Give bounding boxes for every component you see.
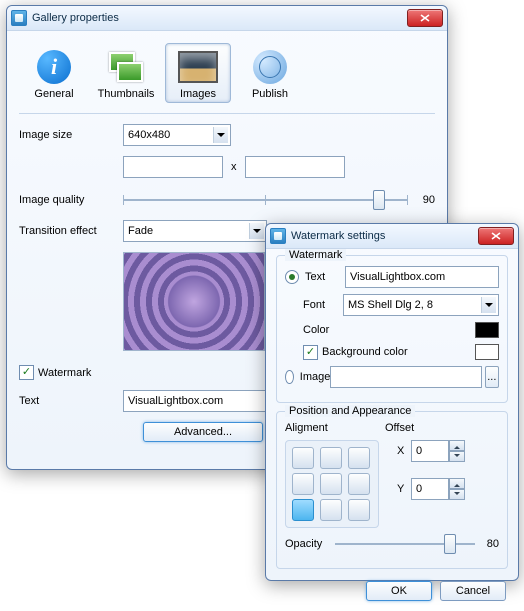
label-y: Y	[397, 483, 411, 495]
align-cell[interactable]	[320, 473, 342, 495]
close-icon	[420, 14, 430, 22]
browse-button[interactable]: ...	[485, 366, 499, 388]
close-icon	[491, 232, 501, 240]
font-select[interactable]: MS Shell Dlg 2, 8	[343, 294, 499, 316]
watermark-settings-window: Watermark settings Watermark Text Font M…	[265, 223, 519, 581]
watermark-checkbox[interactable]	[19, 365, 34, 380]
align-cell[interactable]	[320, 499, 342, 521]
height-input[interactable]	[245, 156, 345, 178]
app-icon	[11, 10, 27, 26]
app-icon	[270, 228, 286, 244]
align-cell[interactable]	[292, 499, 314, 521]
watermark-text-input[interactable]	[123, 390, 271, 412]
label-font: Font	[303, 299, 343, 311]
divider	[19, 113, 435, 114]
align-cell[interactable]	[320, 447, 342, 469]
color-swatch[interactable]	[475, 322, 499, 338]
transition-select[interactable]: Fade	[123, 220, 267, 242]
align-cell[interactable]	[348, 473, 370, 495]
label-text: Text	[19, 395, 123, 407]
window-title: Gallery properties	[32, 12, 407, 24]
window-title: Watermark settings	[291, 230, 478, 242]
bg-color-checkbox[interactable]	[303, 345, 318, 360]
opacity-value: 80	[475, 538, 499, 550]
label-watermark: Watermark	[38, 367, 91, 379]
label-image-size: Image size	[19, 129, 123, 141]
label-bg-color: Background color	[322, 346, 408, 358]
align-cell[interactable]	[348, 499, 370, 521]
image-size-select[interactable]: 640x480	[123, 124, 231, 146]
spin-up[interactable]	[449, 478, 465, 489]
align-cell[interactable]	[292, 473, 314, 495]
chevron-down-icon	[249, 223, 264, 239]
slider-thumb[interactable]	[444, 534, 456, 554]
tab-images[interactable]: Images	[165, 43, 231, 103]
thumbnails-icon	[109, 50, 143, 84]
label-x: X	[397, 445, 411, 457]
label-color: Color	[303, 324, 343, 336]
transition-preview	[123, 252, 265, 351]
position-appearance-group: Position and Appearance Aligment Offset	[276, 411, 508, 569]
spin-down[interactable]	[449, 451, 465, 462]
wm-image-input[interactable]	[330, 366, 482, 388]
label-image-quality: Image quality	[19, 194, 123, 206]
label-opacity: Opacity	[285, 538, 335, 550]
tab-label: Publish	[240, 88, 300, 100]
chevron-down-icon	[481, 297, 496, 313]
bg-color-swatch[interactable]	[475, 344, 499, 360]
label-transition: Transition effect	[19, 225, 123, 237]
tab-toolbar: i General Thumbnails Images Publish	[19, 39, 435, 111]
spin-down[interactable]	[449, 489, 465, 500]
advanced-button[interactable]: Advanced...	[143, 422, 263, 442]
titlebar[interactable]: Watermark settings	[266, 224, 518, 249]
tab-label: General	[24, 88, 84, 100]
spin-up[interactable]	[449, 440, 465, 451]
offset-y-spinner[interactable]	[411, 478, 465, 500]
alignment-grid	[285, 440, 379, 528]
group-title: Position and Appearance	[285, 405, 415, 417]
label-x: x	[231, 161, 237, 173]
ok-button[interactable]: OK	[366, 581, 432, 601]
image-radio[interactable]	[285, 370, 294, 384]
slider-thumb[interactable]	[373, 190, 385, 210]
close-button[interactable]	[407, 9, 443, 27]
width-input[interactable]	[123, 156, 223, 178]
images-icon	[178, 51, 218, 83]
cancel-button[interactable]: Cancel	[440, 581, 506, 601]
image-quality-value: 90	[407, 194, 435, 206]
opacity-slider[interactable]	[335, 534, 475, 554]
align-cell[interactable]	[348, 447, 370, 469]
tab-label: Images	[168, 88, 228, 100]
label-text: Text	[305, 271, 345, 283]
image-quality-slider[interactable]	[123, 190, 407, 210]
label-offset: Offset	[385, 422, 414, 434]
group-title: Watermark	[285, 249, 346, 261]
titlebar[interactable]: Gallery properties	[7, 6, 447, 31]
label-alignment: Aligment	[285, 422, 385, 434]
tab-label: Thumbnails	[96, 88, 156, 100]
info-icon: i	[37, 50, 71, 84]
offset-x-spinner[interactable]	[411, 440, 465, 462]
text-radio[interactable]	[285, 270, 299, 284]
chevron-down-icon	[213, 127, 228, 143]
tab-publish[interactable]: Publish	[237, 43, 303, 103]
align-cell[interactable]	[292, 447, 314, 469]
wm-text-input[interactable]	[345, 266, 499, 288]
globe-icon	[253, 50, 287, 84]
watermark-group: Watermark Text Font MS Shell Dlg 2, 8 Co…	[276, 255, 508, 403]
tab-general[interactable]: i General	[21, 43, 87, 103]
label-image: Image	[300, 371, 331, 383]
close-button[interactable]	[478, 227, 514, 245]
tab-thumbnails[interactable]: Thumbnails	[93, 43, 159, 103]
